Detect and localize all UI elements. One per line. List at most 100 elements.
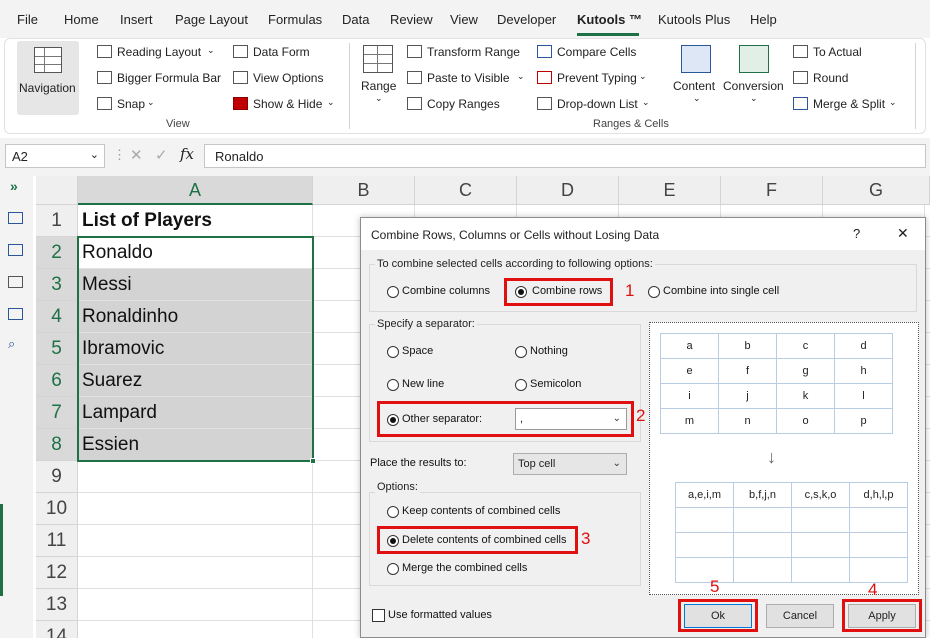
menu-kutools-plus[interactable]: Kutools Plus bbox=[658, 12, 730, 27]
content-button[interactable]: Content bbox=[673, 79, 715, 93]
combine-single-radio[interactable] bbox=[648, 286, 660, 298]
merge-split-button[interactable]: Merge & Split bbox=[813, 97, 885, 111]
fill-handle[interactable] bbox=[310, 458, 316, 464]
cell-a1[interactable]: List of Players bbox=[78, 205, 313, 237]
ok-button[interactable]: Ok bbox=[684, 604, 752, 628]
enter-icon[interactable]: ✓ bbox=[155, 146, 168, 164]
row-header-10[interactable]: 10 bbox=[36, 493, 78, 525]
row-header-2[interactable]: 2 bbox=[36, 237, 78, 269]
close-icon[interactable]: ✕ bbox=[897, 225, 909, 242]
name-box[interactable]: A2 ⌄ bbox=[5, 144, 105, 168]
annotation-4: 4 bbox=[868, 580, 878, 599]
menu-home[interactable]: Home bbox=[64, 12, 99, 27]
paste-to-visible-button[interactable]: Paste to Visible bbox=[427, 71, 510, 85]
column-header-a[interactable]: A bbox=[78, 176, 313, 205]
annotation-3: 3 bbox=[581, 529, 591, 548]
menu-kutools[interactable]: Kutools ™ bbox=[577, 12, 642, 27]
prevent-typing-button[interactable]: Prevent Typing bbox=[557, 71, 637, 85]
data-form-button[interactable]: Data Form bbox=[253, 45, 310, 59]
row-header-3[interactable]: 3 bbox=[36, 269, 78, 301]
navigation-button[interactable]: Navigation bbox=[17, 41, 79, 115]
column-list-icon[interactable] bbox=[8, 308, 23, 320]
bigger-formula-bar-button[interactable]: Bigger Formula Bar bbox=[117, 71, 221, 85]
menu-formulas[interactable]: Formulas bbox=[268, 12, 322, 27]
row-header-5[interactable]: 5 bbox=[36, 333, 78, 365]
copy-ranges-button[interactable]: Copy Ranges bbox=[427, 97, 500, 111]
cancel-button[interactable]: Cancel bbox=[766, 604, 834, 628]
place-results-select[interactable]: Top cell ⌄ bbox=[513, 453, 627, 475]
menu-review[interactable]: Review bbox=[390, 12, 433, 27]
combine-options-legend: To combine selected cells according to f… bbox=[375, 258, 655, 270]
row-header-11[interactable]: 11 bbox=[36, 525, 78, 557]
menu-page-layout[interactable]: Page Layout bbox=[175, 12, 248, 27]
names-icon[interactable] bbox=[8, 244, 23, 256]
combine-rows-radio[interactable] bbox=[515, 286, 527, 298]
compare-cells-button[interactable]: Compare Cells bbox=[557, 45, 636, 59]
space-radio[interactable] bbox=[387, 346, 399, 358]
preview-source-cell: k bbox=[776, 383, 835, 409]
row-header-4[interactable]: 4 bbox=[36, 301, 78, 333]
semicolon-radio[interactable] bbox=[515, 379, 527, 391]
content-icon bbox=[681, 45, 711, 73]
column-header-e[interactable]: E bbox=[619, 176, 721, 205]
preview-result-cell: a,e,i,m bbox=[675, 482, 734, 508]
other-separator-radio[interactable] bbox=[387, 414, 399, 426]
row-header-1[interactable]: 1 bbox=[36, 205, 78, 237]
preview-source-cell: n bbox=[718, 408, 777, 434]
use-formatted-checkbox[interactable] bbox=[372, 609, 385, 622]
row-header-7[interactable]: 7 bbox=[36, 397, 78, 429]
preview-source-cell: h bbox=[834, 358, 893, 384]
conversion-button[interactable]: Conversion bbox=[723, 79, 784, 93]
select-all-corner[interactable] bbox=[36, 176, 78, 205]
separator-input[interactable]: , ⌄ bbox=[515, 408, 627, 430]
apply-button[interactable]: Apply bbox=[848, 604, 916, 628]
insert-function-icon[interactable]: fx bbox=[180, 145, 194, 163]
merge-cells-radio[interactable] bbox=[387, 563, 399, 575]
menu-data[interactable]: Data bbox=[342, 12, 369, 27]
view-options-button[interactable]: View Options bbox=[253, 71, 323, 85]
preview-source-cell: f bbox=[718, 358, 777, 384]
preview-source-table: abcdefghijklmnop bbox=[660, 333, 893, 434]
preview-source-cell: l bbox=[834, 383, 893, 409]
menu-help[interactable]: Help bbox=[750, 12, 777, 27]
formula-input[interactable]: Ronaldo bbox=[204, 144, 926, 168]
column-header-g[interactable]: G bbox=[823, 176, 930, 205]
nothing-radio[interactable] bbox=[515, 346, 527, 358]
camera-icon bbox=[97, 97, 112, 110]
delete-contents-radio[interactable] bbox=[387, 535, 399, 547]
chevron-down-icon: ⌄ bbox=[207, 45, 215, 55]
row-header-12[interactable]: 12 bbox=[36, 557, 78, 589]
new-line-radio[interactable] bbox=[387, 379, 399, 391]
combine-columns-radio[interactable] bbox=[387, 286, 399, 298]
range-button[interactable]: Range bbox=[361, 79, 396, 93]
reading-layout-button[interactable]: Reading Layout bbox=[117, 45, 201, 59]
column-header-d[interactable]: D bbox=[517, 176, 619, 205]
keep-contents-radio[interactable] bbox=[387, 506, 399, 518]
column-header-b[interactable]: B bbox=[313, 176, 415, 205]
transform-range-button[interactable]: Transform Range bbox=[427, 45, 520, 59]
row-header-8[interactable]: 8 bbox=[36, 429, 78, 461]
help-icon[interactable]: ? bbox=[853, 226, 860, 241]
column-header-c[interactable]: C bbox=[415, 176, 517, 205]
menu-developer[interactable]: Developer bbox=[497, 12, 556, 27]
workbook-icon[interactable] bbox=[8, 212, 23, 224]
expand-icon[interactable]: » bbox=[10, 178, 18, 194]
column-header-f[interactable]: F bbox=[721, 176, 823, 205]
row-header-13[interactable]: 13 bbox=[36, 589, 78, 621]
clipboard-icon[interactable] bbox=[8, 276, 23, 288]
snap-button[interactable]: Snap bbox=[117, 97, 145, 111]
dropdown-list-button[interactable]: Drop-down List bbox=[557, 97, 638, 111]
menu-insert[interactable]: Insert bbox=[120, 12, 153, 27]
menu-file[interactable]: File bbox=[17, 12, 38, 27]
row-header-14[interactable]: 14 bbox=[36, 621, 78, 638]
find-icon[interactable]: ⌕ bbox=[8, 336, 15, 352]
row-header-9[interactable]: 9 bbox=[36, 461, 78, 493]
chevron-down-icon: ⌄ bbox=[517, 71, 525, 81]
menu-view[interactable]: View bbox=[450, 12, 478, 27]
row-header-6[interactable]: 6 bbox=[36, 365, 78, 397]
show-hide-button[interactable]: Show & Hide bbox=[253, 97, 322, 111]
formula-bar-icon bbox=[97, 71, 112, 84]
round-button[interactable]: Round bbox=[813, 71, 848, 85]
to-actual-button[interactable]: To Actual bbox=[813, 45, 862, 59]
cancel-icon[interactable]: ✕ bbox=[130, 146, 143, 164]
